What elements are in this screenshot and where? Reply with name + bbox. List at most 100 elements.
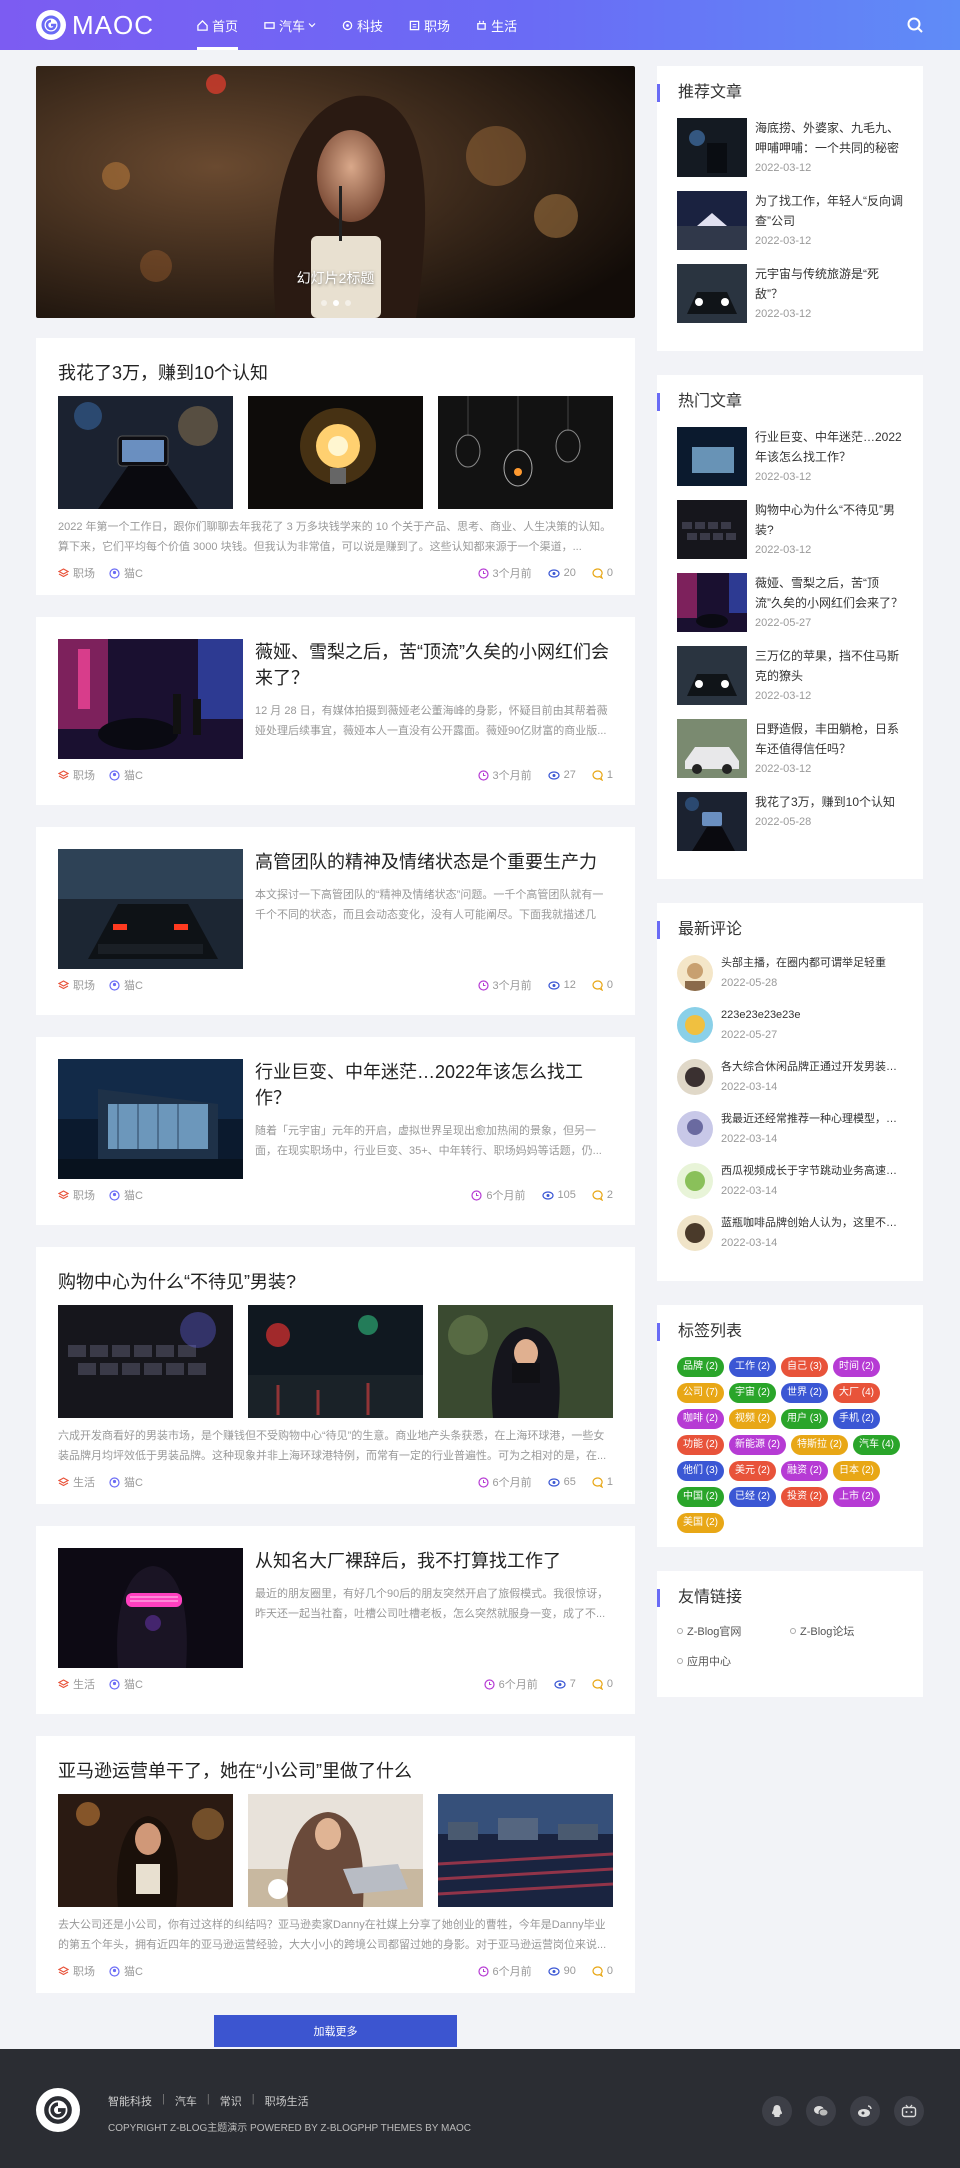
- tag-item[interactable]: 中国 (2): [677, 1487, 724, 1507]
- tag-item[interactable]: 工作 (2): [729, 1357, 776, 1377]
- tag-item[interactable]: 时间 (2): [833, 1357, 880, 1377]
- friend-link[interactable]: Z-Blog论坛: [790, 1623, 903, 1639]
- post-author[interactable]: 猫C: [109, 565, 143, 581]
- post-images[interactable]: [58, 1794, 613, 1907]
- post-comments[interactable]: 1: [592, 767, 613, 783]
- tag-item[interactable]: 品牌 (2): [677, 1357, 724, 1377]
- footer-link[interactable]: 汽车: [175, 2093, 197, 2109]
- tag-item[interactable]: 功能 (2): [677, 1435, 724, 1455]
- tag-item[interactable]: 世界 (2): [781, 1383, 828, 1403]
- post-author[interactable]: 猫C: [109, 1676, 143, 1692]
- post-category[interactable]: 职场: [58, 1187, 95, 1203]
- list-item[interactable]: 我花了3万，赚到10个认知 2022-05-28: [677, 792, 903, 851]
- post-category[interactable]: 职场: [58, 1963, 95, 1979]
- post-category[interactable]: 职场: [58, 565, 95, 581]
- nav-item-home[interactable]: 首页: [184, 0, 251, 50]
- comment-item[interactable]: 各大综合休闲品牌正通过开发男装条线，完善产品结构 2022-03-14: [677, 1059, 903, 1095]
- post-author[interactable]: 猫C: [109, 1187, 143, 1203]
- post-title[interactable]: 行业巨变、中年迷茫…2022年该怎么找工作？: [255, 1059, 613, 1111]
- post-thumbnail[interactable]: [58, 1059, 243, 1179]
- tag-item[interactable]: 特斯拉 (2): [791, 1435, 848, 1455]
- post-category[interactable]: 生活: [58, 1676, 95, 1692]
- post-title[interactable]: 购物中心为什么“不待见”男装?: [58, 1269, 613, 1295]
- tag-item[interactable]: 用户 (3): [781, 1409, 828, 1429]
- nav-item-car[interactable]: 汽车: [251, 0, 329, 50]
- site-logo[interactable]: MAOC: [36, 10, 154, 41]
- post-comments[interactable]: 0: [592, 1676, 613, 1692]
- post-title[interactable]: 高管团队的精神及情绪状态是个重要生产力: [255, 849, 613, 875]
- tag-item[interactable]: 融资 (2): [781, 1461, 828, 1481]
- tag-item[interactable]: 新能源 (2): [729, 1435, 786, 1455]
- tag-item[interactable]: 美元 (2): [729, 1461, 776, 1481]
- tag-item[interactable]: 宇宙 (2): [729, 1383, 776, 1403]
- bilibili-icon[interactable]: [894, 2096, 924, 2126]
- post-author[interactable]: 猫C: [109, 767, 143, 783]
- list-item[interactable]: 行业巨变、中年迷茫…2022年该怎么找工作？ 2022-03-12: [677, 427, 903, 486]
- tag-item[interactable]: 上市 (2): [833, 1487, 880, 1507]
- post-category[interactable]: 职场: [58, 767, 95, 783]
- post-time: 3个月前: [477, 977, 532, 993]
- tag-item[interactable]: 投资 (2): [781, 1487, 828, 1507]
- tag-item[interactable]: 他们 (3): [677, 1461, 724, 1481]
- load-more-button[interactable]: 加载更多: [214, 2015, 457, 2047]
- friend-link[interactable]: Z-Blog官网: [677, 1623, 790, 1639]
- comment-item[interactable]: 我最近还经常推荐一种心理模型，但是说起来一言难尽 2022-03-14: [677, 1111, 903, 1147]
- post-comments[interactable]: 0: [592, 977, 613, 993]
- post-author[interactable]: 猫C: [109, 977, 143, 993]
- slider-dot[interactable]: [320, 300, 327, 306]
- friend-link[interactable]: 应用中心: [677, 1653, 790, 1669]
- post-comments[interactable]: 1: [592, 1474, 613, 1490]
- comment-item[interactable]: 223e23e23e23e 2022-05-27: [677, 1007, 903, 1043]
- search-icon[interactable]: [906, 16, 924, 34]
- weibo-icon[interactable]: [850, 2096, 880, 2126]
- footer-link[interactable]: 职场生活: [265, 2093, 309, 2109]
- post-thumbnail[interactable]: [58, 639, 243, 759]
- post-comments[interactable]: 0: [592, 1963, 613, 1979]
- post-comments[interactable]: 0: [592, 565, 613, 581]
- slider-dot[interactable]: [344, 300, 351, 306]
- tag-item[interactable]: 咖啡 (2): [677, 1409, 724, 1429]
- post-images[interactable]: [58, 396, 613, 509]
- comment-item[interactable]: 西瓜视频成长于字节跳动业务高速发展时期 2022-03-14: [677, 1163, 903, 1199]
- post-title[interactable]: 亚马逊运营单干了，她在“小公司”里做了什么: [58, 1758, 613, 1784]
- list-item[interactable]: 元宇宙与传统旅游是“死敌”？ 2022-03-12: [677, 264, 903, 323]
- tag-item[interactable]: 日本 (2): [833, 1461, 880, 1481]
- tag-item[interactable]: 大厂 (4): [833, 1383, 880, 1403]
- nav-item-tech[interactable]: 科技: [329, 0, 396, 50]
- footer-link[interactable]: 常识: [220, 2093, 242, 2109]
- tag-item[interactable]: 美国 (2): [677, 1513, 724, 1533]
- list-item[interactable]: 三万亿的苹果，挡不住马斯克的獠头 2022-03-12: [677, 646, 903, 705]
- nav-item-life[interactable]: 生活: [463, 0, 530, 50]
- post-comments[interactable]: 2: [592, 1187, 613, 1203]
- qq-icon[interactable]: [762, 2096, 792, 2126]
- post-images[interactable]: [58, 1305, 613, 1418]
- comment-item[interactable]: 头部主播，在圈内都可谓举足轻重 2022-05-28: [677, 955, 903, 991]
- tag-item[interactable]: 汽车 (4): [853, 1435, 900, 1455]
- post-title[interactable]: 从知名大厂裸辞后，我不打算找工作了: [255, 1548, 613, 1574]
- post-thumbnail[interactable]: [58, 849, 243, 969]
- tag-item[interactable]: 手机 (2): [833, 1409, 880, 1429]
- comment-item[interactable]: 蓝瓶咖啡品牌创始人认为，这里不是咖啡的天堂 2022-03-14: [677, 1215, 903, 1251]
- tag-item[interactable]: 公司 (7): [677, 1383, 724, 1403]
- post-author[interactable]: 猫C: [109, 1963, 143, 1979]
- footer-link[interactable]: 智能科技: [108, 2093, 152, 2109]
- post-thumbnail[interactable]: [58, 1548, 243, 1668]
- tag-item[interactable]: 自己 (3): [781, 1357, 828, 1377]
- list-item[interactable]: 日野造假，丰田躺枪，日系车还值得信任吗？ 2022-03-12: [677, 719, 903, 778]
- nav-item-career[interactable]: 职场: [396, 0, 463, 50]
- post-category[interactable]: 生活: [58, 1474, 95, 1490]
- tag-item[interactable]: 视频 (2): [729, 1409, 776, 1429]
- wechat-icon[interactable]: [806, 2096, 836, 2126]
- list-item[interactable]: 购物中心为什么“不待见”男装? 2022-03-12: [677, 500, 903, 559]
- footer-logo-icon[interactable]: [36, 2088, 80, 2132]
- hero-slider[interactable]: 幻灯片2标题: [36, 66, 635, 318]
- list-item[interactable]: 为了找工作，年轻人“反向调查”公司 2022-03-12: [677, 191, 903, 250]
- list-item[interactable]: 海底捞、外婆家、九毛九、呷哺呷哺：一个共同的秘密 2022-03-12: [677, 118, 903, 177]
- tag-item[interactable]: 已经 (2): [729, 1487, 776, 1507]
- post-author[interactable]: 猫C: [109, 1474, 143, 1490]
- list-item[interactable]: 薇娅、雪梨之后，苦“顶流”久矣的小网红们会来了？ 2022-05-27: [677, 573, 903, 632]
- post-title[interactable]: 我花了3万，赚到10个认知: [58, 360, 613, 386]
- post-category[interactable]: 职场: [58, 977, 95, 993]
- slider-dot-active[interactable]: [332, 300, 339, 306]
- post-title[interactable]: 薇娅、雪梨之后，苦“顶流”久矣的小网红们会来了？: [255, 639, 613, 691]
